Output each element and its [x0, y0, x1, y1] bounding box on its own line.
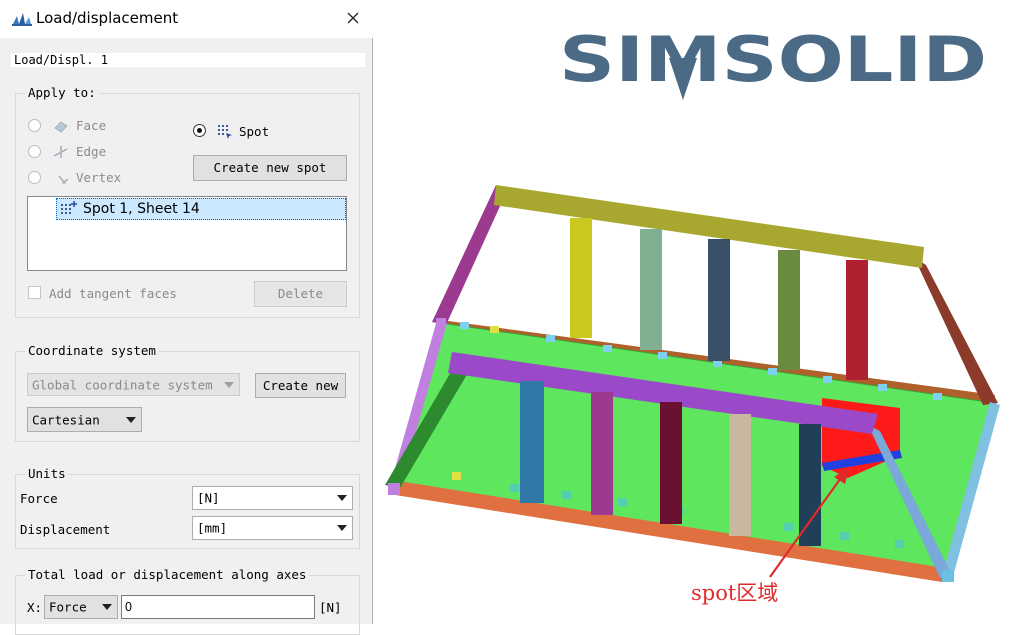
- add-tangent-faces-checkbox[interactable]: [28, 286, 41, 299]
- coordinate-system-label: Coordinate system: [25, 343, 159, 358]
- vertex-radio[interactable]: [28, 171, 41, 184]
- x-type-value: Force: [49, 599, 87, 615]
- spot-item-label: Spot 1, Sheet 14: [83, 201, 200, 217]
- x-value-input[interactable]: [121, 595, 315, 619]
- face-radio[interactable]: [28, 119, 41, 132]
- coordinate-type-value: Cartesian: [32, 412, 100, 427]
- edge-radio[interactable]: [28, 145, 41, 158]
- displacement-units-label: Displacement: [20, 522, 111, 537]
- displacement-units-value: [mm]: [197, 520, 228, 536]
- x-type-select[interactable]: Force: [44, 595, 118, 619]
- vertex-label: Vertex: [76, 170, 122, 185]
- create-new-coordinate-button[interactable]: Create new: [255, 373, 346, 398]
- list-item[interactable]: Spot 1, Sheet 14: [56, 198, 346, 220]
- chevron-down-icon: [102, 604, 112, 610]
- create-new-spot-label: Create new spot: [213, 160, 327, 175]
- force-units-select[interactable]: [N]: [192, 486, 353, 510]
- force-units-label: Force: [20, 491, 58, 506]
- dialog-title: Load/displacement: [36, 9, 179, 27]
- face-label: Face: [76, 118, 107, 133]
- coordinate-system-select[interactable]: Global coordinate system: [27, 373, 240, 396]
- load-name-field[interactable]: [11, 53, 365, 67]
- chevron-down-icon: [224, 381, 234, 388]
- chevron-down-icon: [337, 495, 347, 501]
- x-unit-label: [N]: [319, 600, 342, 615]
- spot-item-icon: [61, 201, 77, 214]
- load-displacement-dialog: Load/displacement Apply to: Face Edge Ve…: [0, 0, 373, 635]
- chevron-down-icon: [337, 525, 347, 531]
- spot-label: Spot: [239, 124, 270, 139]
- total-load-label: Total load or displacement along axes: [25, 567, 310, 582]
- vertex-icon: [58, 175, 69, 184]
- create-new-coordinate-label: Create new: [262, 378, 339, 393]
- chevron-down-icon: [126, 416, 136, 423]
- dialog-titlebar: Load/displacement: [0, 0, 373, 38]
- displacement-units-select[interactable]: [mm]: [192, 516, 353, 540]
- x-axis-label: X:: [27, 600, 43, 615]
- coordinate-type-select[interactable]: Cartesian: [27, 407, 142, 432]
- create-new-spot-button[interactable]: Create new spot: [193, 155, 347, 181]
- close-icon[interactable]: [339, 6, 367, 32]
- face-icon: [54, 121, 68, 133]
- units-label: Units: [25, 466, 69, 481]
- force-units-value: [N]: [197, 490, 220, 506]
- edge-label: Edge: [76, 144, 107, 159]
- coordinate-system-value: Global coordinate system: [32, 377, 213, 392]
- apply-to-label: Apply to:: [25, 85, 99, 100]
- simsolid-app-icon: [12, 13, 32, 26]
- spot-region-annotation: spot区域: [691, 581, 779, 605]
- spot-list[interactable]: Spot 1, Sheet 14: [27, 196, 347, 271]
- spot-icon: [218, 125, 232, 139]
- delete-label: Delete: [277, 286, 324, 301]
- model-viewport[interactable]: [385, 10, 999, 624]
- add-tangent-faces-label: Add tangent faces: [49, 286, 177, 301]
- edge-icon: [53, 146, 68, 158]
- spot-radio[interactable]: [193, 124, 206, 137]
- delete-button[interactable]: Delete: [254, 281, 347, 307]
